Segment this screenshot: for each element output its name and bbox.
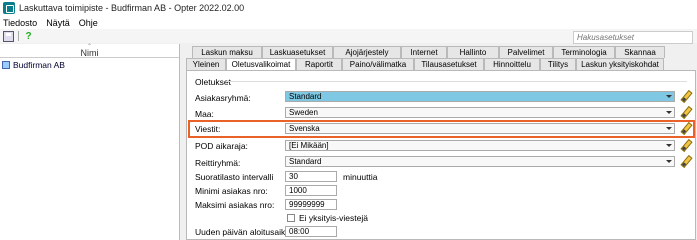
uuden-paivan-input[interactable]: 08:00: [285, 226, 337, 237]
tab-tilitys[interactable]: Tilitys: [540, 58, 576, 70]
suoratilasto-input[interactable]: 30: [285, 171, 337, 182]
tab-hinnoittelu[interactable]: Hinnoittelu: [484, 58, 540, 70]
dropdown-arrow-icon: [666, 95, 672, 98]
tab-content: Oletukset Asiakasryhmä: Standard Maa: Sw…: [186, 70, 696, 240]
menu-tiedosto[interactable]: Tiedosto: [3, 18, 37, 28]
window-title: Laskuttava toimipiste - Budfirman AB - O…: [19, 3, 245, 13]
tab-tilausasetukset[interactable]: Tilausasetukset: [414, 58, 484, 70]
tree-item[interactable]: Budfirman AB: [0, 58, 179, 71]
app-icon: [3, 2, 15, 14]
group-divider: [227, 81, 687, 82]
asiakasryhma-label: Asiakasryhmä:: [195, 93, 251, 103]
suoratilasto-label: Suoratilasto intervalli: [195, 172, 274, 182]
tab-row-1: Laskun maksu Laskuasetukset Ajojärjestel…: [192, 46, 665, 58]
maksimi-input[interactable]: 99999999: [285, 199, 337, 210]
minimi-input[interactable]: 1000: [285, 185, 337, 196]
help-icon[interactable]: ?: [23, 31, 34, 42]
pencil-icon[interactable]: [680, 155, 692, 167]
pencil-icon[interactable]: [680, 90, 692, 102]
menu-ohje[interactable]: Ohje: [79, 18, 98, 28]
tab-ajojarjestely[interactable]: Ajojärjestely: [333, 46, 401, 58]
search-input[interactable]: [573, 31, 693, 44]
tree-item-label: Budfirman AB: [13, 59, 65, 70]
dropdown-arrow-icon: [666, 111, 672, 114]
pod-label: POD aikaraja:: [195, 141, 248, 151]
tab-laskun-maksu[interactable]: Laskun maksu: [192, 46, 262, 58]
menu-nayta[interactable]: Näytä: [46, 18, 70, 28]
tab-raportit[interactable]: Raportit: [296, 58, 342, 70]
asiakasryhma-select[interactable]: Standard: [285, 91, 675, 102]
maksimi-label: Maksimi asiakas nro:: [195, 200, 275, 210]
uuden-paivan-label: Uuden päivän aloitusaika:: [195, 227, 293, 237]
reittiryhma-select[interactable]: Standard: [285, 156, 675, 167]
tab-internet[interactable]: Internet: [401, 46, 447, 58]
dropdown-arrow-icon: [666, 127, 672, 130]
maa-select[interactable]: Sweden: [285, 107, 675, 118]
suoratilasto-unit: minuuttia: [343, 172, 378, 182]
sort-chevron-icon: ⌃: [86, 44, 93, 50]
tab-skannaa[interactable]: Skannaa: [615, 46, 665, 58]
column-header-nimi[interactable]: ⌃ Nimi: [0, 44, 179, 58]
maa-label: Maa:: [195, 109, 214, 119]
tab-terminologia[interactable]: Terminologia: [553, 46, 615, 58]
tab-row-2: Yleinen Oletusvalikoimat Raportit Paino/…: [186, 58, 664, 70]
tab-yleinen[interactable]: Yleinen: [186, 58, 226, 70]
reittiryhma-label: Reittiryhmä:: [195, 158, 241, 168]
dropdown-arrow-icon: [666, 160, 672, 163]
tab-hallinto[interactable]: Hallinto: [447, 46, 499, 58]
tab-laskuasetukset[interactable]: Laskuasetukset: [262, 46, 333, 58]
minimi-label: Minimi asiakas nro:: [195, 186, 268, 196]
tab-palvelimet[interactable]: Palvelimet: [499, 46, 553, 58]
viestit-label: Viestit:: [195, 124, 221, 134]
menu-bar: Tiedosto Näytä Ohje: [0, 16, 697, 29]
yksityis-checkbox[interactable]: [287, 214, 295, 222]
save-icon[interactable]: [3, 30, 14, 42]
left-pane: ⌃ Nimi Budfirman AB: [0, 44, 180, 240]
pod-select[interactable]: [Ei Mikään]: [285, 140, 675, 151]
pencil-icon[interactable]: [680, 106, 692, 118]
pencil-icon[interactable]: [680, 122, 692, 134]
viestit-select[interactable]: Svenska: [285, 123, 675, 134]
tab-laskun-yksityiskohdat[interactable]: Laskun yksityiskohdat: [576, 58, 664, 70]
toolbar-separator: [18, 31, 19, 41]
title-bar: Laskuttava toimipiste - Budfirman AB - O…: [0, 0, 697, 16]
group-title: Oletukset: [195, 77, 231, 87]
tab-paino-valimatka[interactable]: Paino/välimatka: [342, 58, 414, 70]
tab-oletusvalikoimat[interactable]: Oletusvalikoimat: [226, 58, 296, 70]
tree-item-icon: [2, 60, 10, 69]
yksityis-label: Ei yksityis-viestejä: [299, 213, 368, 223]
pencil-icon[interactable]: [680, 139, 692, 151]
dropdown-arrow-icon: [666, 144, 672, 147]
right-pane: Laskun maksu Laskuasetukset Ajojärjestel…: [182, 44, 697, 240]
